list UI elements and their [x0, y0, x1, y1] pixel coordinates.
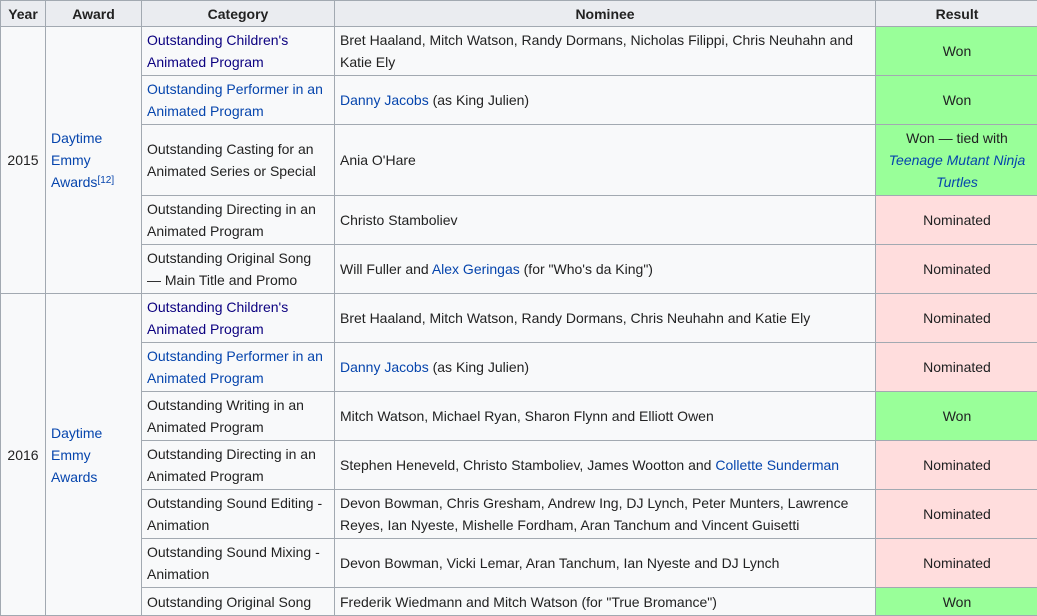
nominee-cell: Ania O'Hare	[334, 124, 876, 196]
category-link[interactable]: Outstanding Children's Animated Program	[147, 32, 288, 70]
result-cell: Won	[875, 587, 1037, 616]
nominee-cell: Bret Haaland, Mitch Watson, Randy Dorman…	[334, 26, 876, 76]
award-cell: Daytime Emmy Awards	[45, 293, 142, 616]
result-cell: Nominated	[875, 489, 1037, 539]
table-row: Outstanding Directing in an Animated Prog…	[1, 440, 1037, 490]
category-cell: Outstanding Performer in an Animated Prog…	[141, 75, 335, 125]
nominee-link[interactable]: Danny Jacobs	[340, 359, 429, 375]
category-cell: Outstanding Children's Animated Program	[141, 26, 335, 76]
result-cell: Nominated	[875, 195, 1037, 245]
nominee-cell: Devon Bowman, Vicki Lemar, Aran Tanchum,…	[334, 538, 876, 588]
category-cell: Outstanding Children's Animated Program	[141, 293, 335, 343]
year-cell: 2015	[0, 26, 46, 294]
nominee-cell: Mitch Watson, Michael Ryan, Sharon Flynn…	[334, 391, 876, 441]
result-cell: Won	[875, 26, 1037, 76]
category-link[interactable]: Outstanding Children's Animated Program	[147, 299, 288, 337]
category-cell: Outstanding Performer in an Animated Prog…	[141, 342, 335, 392]
table-row: 2016 Daytime Emmy Awards Outstanding Child…	[0, 293, 1037, 616]
table-row: Outstanding Sound Mixing - Animation Devo…	[1, 538, 1037, 588]
result-cell: Nominated	[875, 538, 1037, 588]
header-year[interactable]: Year	[0, 0, 46, 27]
result-cell: Nominated	[875, 293, 1037, 343]
result-cell: Won — tied with Teenage Mutant Ninja Turtl…	[875, 124, 1037, 196]
nominee-cell: Christo Stamboliev	[334, 195, 876, 245]
category-link[interactable]: Outstanding Performer in an Animated Prog…	[147, 348, 323, 386]
result-cell: Nominated	[875, 342, 1037, 392]
nominee-link[interactable]: Alex Geringas	[432, 261, 520, 277]
award-link[interactable]: Daytime Emmy Awards	[51, 425, 102, 485]
table-row: Outstanding Directing in an Animated Prog…	[1, 195, 1037, 245]
nominee-cell: Will Fuller and Alex Geringas (for "Who'…	[334, 244, 876, 294]
table-row: Outstanding Writing in an Animated Progra…	[1, 391, 1037, 441]
category-cell: Outstanding Original Song	[141, 587, 335, 616]
result-link[interactable]: Teenage Mutant Ninja Turtles	[889, 152, 1025, 190]
category-cell: Outstanding Sound Mixing - Animation	[141, 538, 335, 588]
result-cell: Nominated	[875, 440, 1037, 490]
nominee-cell: Danny Jacobs (as King Julien)	[334, 342, 876, 392]
result-cell: Won	[875, 75, 1037, 125]
category-cell: Outstanding Directing in an Animated Prog…	[141, 195, 335, 245]
award-cell: Daytime Emmy Awards[12]	[45, 26, 142, 294]
table-row: Outstanding Sound Editing - Animation Dev…	[1, 489, 1037, 539]
header-category[interactable]: Category	[141, 0, 335, 27]
table-row: Outstanding Original Song Frederik Wiedm…	[1, 587, 1037, 616]
category-cell: Outstanding Sound Editing - Animation	[141, 489, 335, 539]
nominee-cell: Bret Haaland, Mitch Watson, Randy Dorman…	[334, 293, 876, 343]
awards-table: Year Award Category Nominee Result 2015 …	[0, 0, 1037, 616]
table-row: Outstanding Performer in an Animated Prog…	[1, 342, 1037, 392]
year-cell: 2016	[0, 293, 46, 616]
result-cell: Won	[875, 391, 1037, 441]
category-cell: Outstanding Writing in an Animated Progra…	[141, 391, 335, 441]
reference-link[interactable]: [12]	[97, 175, 114, 186]
result-cell: Nominated	[875, 244, 1037, 294]
nominee-link[interactable]: Collette Sunderman	[715, 457, 839, 473]
category-cell: Outstanding Casting for an Animated Serie…	[141, 124, 335, 196]
header-nominee[interactable]: Nominee	[334, 0, 876, 27]
table-row: 2015 Daytime Emmy Awards[12] Outstanding C…	[0, 26, 1037, 294]
category-cell: Outstanding Directing in an Animated Prog…	[141, 440, 335, 490]
nominee-cell: Frederik Wiedmann and Mitch Watson (for …	[334, 587, 876, 616]
header-row: Year Award Category Nominee Result	[0, 0, 1037, 27]
header-award[interactable]: Award	[45, 0, 142, 27]
category-link[interactable]: Outstanding Performer in an Animated Prog…	[147, 81, 323, 119]
table-row: Outstanding Original Song — Main Title an…	[1, 244, 1037, 294]
category-cell: Outstanding Original Song — Main Title an…	[141, 244, 335, 294]
nominee-cell: Devon Bowman, Chris Gresham, Andrew Ing,…	[334, 489, 876, 539]
header-result[interactable]: Result	[875, 0, 1037, 27]
nominee-cell: Stephen Heneveld, Christo Stamboliev, Ja…	[334, 440, 876, 490]
nominee-link[interactable]: Danny Jacobs	[340, 92, 429, 108]
table-row: Outstanding Performer in an Animated Prog…	[1, 75, 1037, 125]
table-row: Outstanding Casting for an Animated Serie…	[1, 124, 1037, 196]
nominee-cell: Danny Jacobs (as King Julien)	[334, 75, 876, 125]
award-link[interactable]: Daytime Emmy Awards	[51, 130, 102, 190]
